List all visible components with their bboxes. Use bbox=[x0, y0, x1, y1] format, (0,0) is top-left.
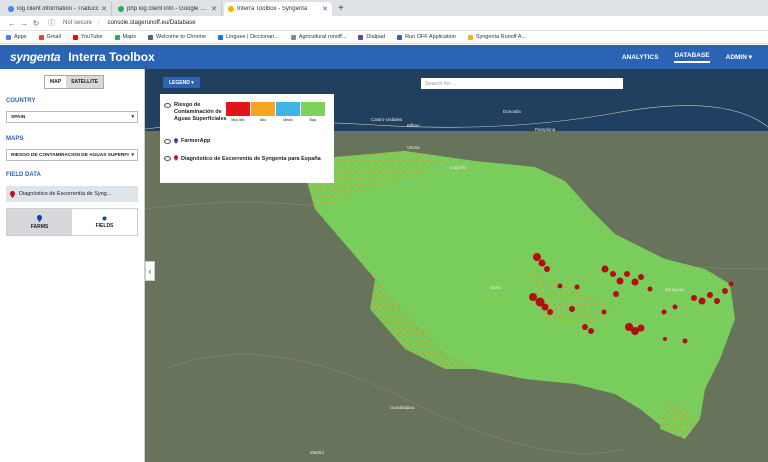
field-data-item[interactable]: Diagnóstico de Escorrentía de Syng... bbox=[6, 186, 138, 202]
reload-icon[interactable]: ↻ bbox=[30, 19, 42, 28]
address-bar: ← → ↻ ⓘ Not secure | console.stagerunoff… bbox=[0, 16, 768, 31]
legend-class-label: Alto bbox=[259, 118, 267, 122]
bookmark-icon bbox=[72, 34, 78, 40]
new-tab-icon[interactable]: + bbox=[338, 3, 344, 14]
legend-swatch-very-high bbox=[226, 102, 250, 116]
farms-fields-tabs: FARMS FIELDS bbox=[6, 208, 138, 236]
bookmark-item[interactable]: Welcome to Chrome bbox=[148, 34, 206, 40]
bookmark-item[interactable]: YouTube bbox=[72, 34, 103, 40]
app-header: syngenta Interra Toolbox ANALYTICS DATAB… bbox=[0, 45, 768, 69]
place-label: Vitoria bbox=[407, 145, 420, 150]
main-nav: ANALYTICS DATABASE ADMIN ▾ bbox=[622, 45, 768, 69]
field-data-label: FIELD DATA bbox=[6, 172, 41, 178]
map-pin-icon bbox=[10, 190, 15, 198]
place-label: Bilbao bbox=[407, 123, 420, 128]
country-select[interactable]: SPAIN ▾ bbox=[6, 111, 138, 123]
chevron-down-icon: ▾ bbox=[131, 114, 134, 120]
tab-favicon-icon bbox=[228, 6, 234, 12]
legend-class-label: Muy alto bbox=[231, 118, 245, 122]
bookmark-icon bbox=[148, 34, 153, 40]
maps-select[interactable]: RIESGO DE CONTAMINACIÓN DE AGUAS SUPERFI… bbox=[6, 149, 138, 161]
legend-swatch-high bbox=[251, 102, 275, 116]
eye-icon[interactable] bbox=[164, 103, 171, 108]
bookmark-icon bbox=[290, 34, 296, 40]
farm-pin-icon bbox=[37, 214, 42, 222]
legend-class-label: Bajo bbox=[309, 118, 317, 122]
field-dot-icon bbox=[102, 216, 107, 220]
legend-layer-diagnostico: Diagnóstico de Escorrentía de Syngenta p… bbox=[164, 155, 331, 163]
place-label: Castro-Urdiales bbox=[371, 117, 403, 122]
legend-layer-farmerapp: FarmerApp bbox=[164, 138, 210, 144]
close-icon[interactable]: ✕ bbox=[211, 5, 217, 13]
chevron-left-icon: ‹ bbox=[148, 266, 152, 276]
map-type-toggle: MAP SATELLITE bbox=[44, 75, 104, 89]
legend-class-label: Medio bbox=[283, 118, 293, 122]
app-title: Interra Toolbox bbox=[68, 50, 155, 64]
map-search-input[interactable]: Search for ... bbox=[421, 78, 623, 89]
info-icon[interactable]: ⓘ bbox=[48, 18, 55, 28]
place-label: Soria bbox=[490, 285, 501, 290]
close-icon[interactable]: ✕ bbox=[322, 5, 328, 13]
bookmark-item[interactable]: Agricultural runoff... bbox=[290, 34, 346, 40]
bookmark-icon bbox=[114, 34, 120, 40]
legend-swatch-medium bbox=[276, 102, 300, 116]
browser-tab-3[interactable]: Interra Toolbox - Syngenta ✕ bbox=[224, 2, 332, 16]
nav-database[interactable]: DATABASE bbox=[674, 52, 710, 63]
place-label: Madrid bbox=[310, 450, 324, 455]
bookmark-icon bbox=[6, 34, 11, 40]
place-label: Logroño bbox=[450, 165, 467, 170]
tab-farms[interactable]: FARMS bbox=[7, 209, 72, 235]
forward-icon[interactable]: → bbox=[18, 19, 30, 28]
chevron-down-icon: ▾ bbox=[131, 152, 134, 158]
nav-analytics[interactable]: ANALYTICS bbox=[622, 54, 659, 61]
eye-icon[interactable] bbox=[164, 139, 171, 144]
bookmark-icon bbox=[218, 34, 224, 40]
back-icon[interactable]: ← bbox=[6, 19, 18, 28]
browser-tab-1[interactable]: log client information - Traducc ✕ bbox=[4, 2, 112, 16]
legend-panel: Riesgo de Contaminación de Aguas Superfi… bbox=[160, 94, 334, 183]
maps-label: MAPS bbox=[6, 136, 24, 142]
tab-favicon-icon bbox=[118, 6, 124, 12]
legend-button[interactable]: LEGEND ▾ bbox=[163, 77, 200, 88]
bookmark-item[interactable]: Run OFF Application bbox=[397, 34, 456, 40]
bookmarks-bar: Apps Gmail YouTube Maps Welcome to Chrome Lin… bbox=[0, 31, 768, 44]
nav-admin[interactable]: ADMIN ▾ bbox=[726, 53, 752, 61]
place-label: Pamplona bbox=[535, 127, 556, 132]
browser-tab-bar: log client information - Traducc ✕ php lo… bbox=[0, 0, 768, 16]
place-label: Zaragoza bbox=[665, 287, 685, 292]
close-icon[interactable]: ✕ bbox=[101, 5, 107, 13]
satellite-toggle-button[interactable]: SATELLITE bbox=[66, 76, 103, 88]
country-label: COUNTRY bbox=[6, 98, 36, 104]
bookmark-item[interactable]: Dialpad bbox=[358, 34, 385, 40]
sidebar: MAP SATELLITE COUNTRY SPAIN ▾ MAPS RIESGO… bbox=[0, 69, 145, 462]
bookmark-icon bbox=[38, 34, 44, 40]
url-field[interactable]: console.stagerunoff.eu/Database bbox=[108, 20, 196, 26]
eye-icon[interactable] bbox=[164, 156, 171, 161]
bookmark-icon bbox=[397, 34, 403, 40]
bookmark-item[interactable]: Linguee | Diccionari... bbox=[218, 34, 279, 40]
bookmark-item[interactable]: Maps bbox=[114, 34, 136, 40]
tab-fields[interactable]: FIELDS bbox=[72, 209, 137, 235]
legend-swatch-low bbox=[301, 102, 325, 116]
bookmark-item[interactable]: Gmail bbox=[38, 34, 61, 40]
syngenta-logo[interactable]: syngenta bbox=[10, 50, 61, 64]
map-pin-icon bbox=[174, 155, 178, 161]
bookmark-icon bbox=[358, 34, 364, 40]
collapse-sidebar-button[interactable]: ‹ bbox=[145, 261, 155, 281]
bookmark-item[interactable]: Syngenta Runoff A... bbox=[467, 34, 526, 40]
security-label: Not secure bbox=[63, 20, 93, 26]
tab-favicon-icon bbox=[8, 6, 14, 12]
bookmark-icon bbox=[467, 34, 473, 40]
map-toggle-button[interactable]: MAP bbox=[45, 76, 67, 88]
legend-layer-risk: Riesgo de Contaminación de Aguas Superfi… bbox=[164, 102, 230, 123]
place-label: Donostia bbox=[503, 109, 521, 114]
place-label: Guadalajara bbox=[390, 405, 415, 410]
browser-tab-2[interactable]: php log client info - Google Sea ✕ bbox=[114, 2, 222, 16]
bookmark-item[interactable]: Apps bbox=[6, 34, 27, 40]
farm-pin-icon bbox=[174, 138, 178, 144]
